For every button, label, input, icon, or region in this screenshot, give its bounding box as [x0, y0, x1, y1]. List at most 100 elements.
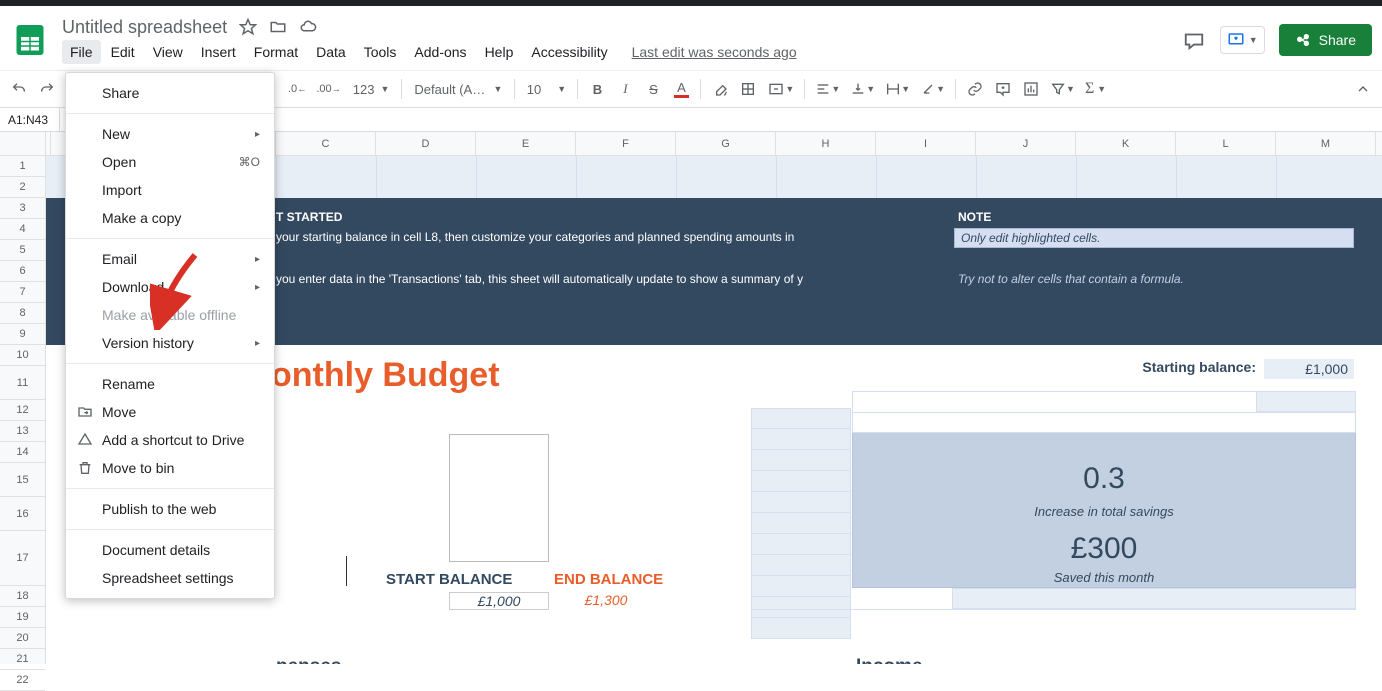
file-share[interactable]: Share — [66, 79, 274, 107]
insert-chart-button[interactable] — [1018, 76, 1044, 102]
menu-view[interactable]: View — [145, 40, 191, 64]
borders-button[interactable] — [735, 76, 761, 102]
file-open[interactable]: Open⌘O — [66, 148, 274, 176]
row-header[interactable]: 2 — [0, 177, 45, 198]
menu-data[interactable]: Data — [308, 40, 354, 64]
column-header[interactable]: L — [1176, 132, 1276, 155]
decrease-decimal-button[interactable]: .0← — [284, 76, 310, 102]
file-import[interactable]: Import — [66, 176, 274, 204]
filter-button[interactable]: ▼ — [1046, 76, 1079, 102]
insert-link-button[interactable] — [962, 76, 988, 102]
menu-help[interactable]: Help — [477, 40, 522, 64]
column-header[interactable]: E — [476, 132, 576, 155]
row-header[interactable]: 17 — [0, 531, 45, 586]
file-spreadsheet-settings[interactable]: Spreadsheet settings — [66, 564, 274, 592]
row-header[interactable]: 9 — [0, 324, 45, 345]
menu-format[interactable]: Format — [246, 40, 306, 64]
savings-amount: £300 — [853, 532, 1355, 566]
star-icon[interactable] — [239, 18, 257, 36]
row-header[interactable]: 20 — [0, 628, 45, 649]
row-header[interactable]: 16 — [0, 497, 45, 531]
column-header[interactable]: H — [776, 132, 876, 155]
row-header[interactable]: 13 — [0, 421, 45, 442]
undo-button[interactable] — [6, 76, 32, 102]
row-header[interactable]: 22 — [0, 670, 45, 691]
spacer-cells — [751, 408, 851, 639]
name-box[interactable]: A1:N43 — [0, 108, 60, 131]
column-header[interactable]: F — [576, 132, 676, 155]
collapse-toolbar-icon[interactable] — [1350, 76, 1376, 102]
horiz-align-button[interactable]: ▼ — [811, 76, 844, 102]
column-header[interactable]: J — [976, 132, 1076, 155]
row-header[interactable]: 18 — [0, 586, 45, 607]
column-header[interactable]: I — [876, 132, 976, 155]
fill-color-button[interactable] — [707, 76, 733, 102]
move-folder-icon[interactable] — [269, 18, 287, 36]
row-header[interactable]: 14 — [0, 442, 45, 463]
comments-icon[interactable] — [1182, 28, 1206, 52]
text-rotation-button[interactable]: ▼ — [916, 76, 949, 102]
menu-addons[interactable]: Add-ons — [406, 40, 474, 64]
bold-button[interactable]: B — [584, 76, 610, 102]
file-new[interactable]: New▸ — [66, 120, 274, 148]
column-header[interactable]: M — [1276, 132, 1376, 155]
file-move[interactable]: Move — [66, 398, 274, 426]
row-header[interactable]: 11 — [0, 366, 45, 400]
merge-cells-button[interactable]: ▼ — [763, 76, 798, 102]
chevron-down-icon: ▼ — [866, 84, 875, 94]
font-size-select[interactable]: 10▼ — [521, 82, 571, 97]
row-header[interactable]: 3 — [0, 198, 45, 219]
file-add-shortcut[interactable]: Add a shortcut to Drive — [66, 426, 274, 454]
column-header[interactable]: D — [376, 132, 476, 155]
file-publish[interactable]: Publish to the web — [66, 495, 274, 523]
number-format-select[interactable]: 123▼ — [347, 82, 396, 97]
file-version-history[interactable]: Version history▸ — [66, 329, 274, 357]
savings-input-row[interactable] — [952, 588, 1356, 609]
menu-tools[interactable]: Tools — [356, 40, 405, 64]
text-color-button[interactable]: A — [668, 76, 694, 102]
last-edit-link[interactable]: Last edit was seconds ago — [632, 44, 797, 60]
document-title[interactable]: Untitled spreadsheet — [62, 17, 227, 38]
file-download[interactable]: Download▸ — [66, 273, 274, 301]
increase-decimal-button[interactable]: .00→ — [312, 76, 344, 102]
row-header[interactable]: 10 — [0, 345, 45, 366]
row-header[interactable]: 15 — [0, 463, 45, 497]
column-header[interactable]: C — [276, 132, 376, 155]
file-email[interactable]: Email▸ — [66, 245, 274, 273]
text-wrap-button[interactable]: ▼ — [881, 76, 914, 102]
file-move-to-bin[interactable]: Move to bin — [66, 454, 274, 482]
file-make-copy[interactable]: Make a copy — [66, 204, 274, 232]
menu-accessibility[interactable]: Accessibility — [523, 40, 615, 64]
row-header[interactable]: 1 — [0, 156, 45, 177]
cloud-status-icon[interactable] — [299, 18, 317, 36]
starting-balance-value[interactable]: £1,000 — [1264, 359, 1354, 379]
column-header[interactable]: G — [676, 132, 776, 155]
row-header[interactable]: 6 — [0, 261, 45, 282]
sheets-logo[interactable] — [10, 20, 50, 60]
menu-insert[interactable]: Insert — [193, 40, 244, 64]
strikethrough-button[interactable]: S — [640, 76, 666, 102]
italic-button[interactable]: I — [612, 76, 638, 102]
file-document-details[interactable]: Document details — [66, 536, 274, 564]
row-header[interactable]: 7 — [0, 282, 45, 303]
menu-file[interactable]: File — [62, 40, 101, 64]
page-title: onthly Budget — [271, 356, 500, 395]
share-button[interactable]: Share — [1279, 24, 1372, 56]
row-header[interactable]: 4 — [0, 219, 45, 240]
insert-comment-button[interactable] — [990, 76, 1016, 102]
row-header[interactable]: 5 — [0, 240, 45, 261]
functions-button[interactable]: Σ▼ — [1081, 76, 1110, 102]
present-button[interactable]: ▼ — [1220, 26, 1265, 54]
font-select[interactable]: Default (Ari...▼ — [408, 82, 508, 97]
row-header[interactable]: 19 — [0, 607, 45, 628]
note-highlight-cell[interactable]: Only edit highlighted cells. — [954, 228, 1354, 248]
redo-button[interactable] — [34, 76, 60, 102]
vert-align-button[interactable]: ▼ — [846, 76, 879, 102]
chevron-down-icon: ▼ — [785, 84, 794, 94]
row-header[interactable]: 8 — [0, 303, 45, 324]
row-header[interactable]: 12 — [0, 400, 45, 421]
row-header[interactable]: 21 — [0, 649, 45, 670]
column-header[interactable]: K — [1076, 132, 1176, 155]
file-rename[interactable]: Rename — [66, 370, 274, 398]
menu-edit[interactable]: Edit — [103, 40, 143, 64]
